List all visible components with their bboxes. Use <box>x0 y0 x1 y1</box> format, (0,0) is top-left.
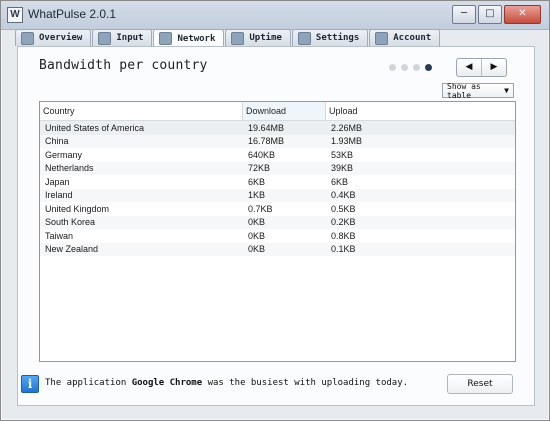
page-dot-active[interactable] <box>425 64 432 71</box>
table-row[interactable]: United States of America 19.64MB 2.26MB <box>40 121 515 135</box>
settings-icon <box>297 31 311 45</box>
network-globe-icon <box>159 32 173 45</box>
table-header: Country Download Upload <box>40 102 515 121</box>
upload-cell: 1.93MB <box>331 136 363 147</box>
title-bar: W WhatPulse 2.0.1 ─ □ ✕ <box>1 1 549 30</box>
upload-cell: 0.4KB <box>331 190 356 201</box>
upload-cell: 0.5KB <box>331 203 356 214</box>
tab-uptime-label: Uptime <box>249 33 282 43</box>
tab-uptime[interactable]: Uptime <box>225 29 291 46</box>
table-row[interactable]: Japan 6KB 6KB <box>40 175 515 189</box>
download-cell: 72KB <box>248 163 271 174</box>
country-cell: United States of America <box>45 122 145 133</box>
download-cell: 19.64MB <box>248 122 285 133</box>
status-message: The application Google Chrome was the bu… <box>45 378 408 388</box>
table-row[interactable]: South Korea 0KB 0.2KB <box>40 215 515 229</box>
upload-cell: 39KB <box>331 163 354 174</box>
country-cell: Germany <box>45 149 83 160</box>
previous-button[interactable]: ◀ <box>457 59 481 76</box>
page-navigation: ◀ ▶ <box>456 58 507 77</box>
country-cell: Netherlands <box>45 163 94 174</box>
table-row[interactable]: Taiwan 0KB 0.8KB <box>40 229 515 243</box>
tab-network-label: Network <box>177 33 216 44</box>
whatpulse-window: W WhatPulse 2.0.1 ─ □ ✕ Overview Input N… <box>0 0 550 421</box>
tab-overview[interactable]: Overview <box>15 29 92 46</box>
table-row[interactable]: Ireland 1KB 0.4KB <box>40 188 515 202</box>
upload-cell: 6KB <box>331 176 349 187</box>
download-cell: 0KB <box>248 230 266 241</box>
table-row[interactable]: New Zealand 0KB 0.1KB <box>40 242 515 256</box>
tab-account[interactable]: Account <box>369 29 441 46</box>
reset-button[interactable]: Reset <box>447 374 513 394</box>
tab-settings[interactable]: Settings <box>291 29 369 46</box>
page-indicator <box>389 64 432 71</box>
busiest-app-name: Google Chrome <box>131 378 203 388</box>
minimize-button[interactable]: ─ <box>452 5 476 24</box>
download-column-header[interactable]: Download <box>243 102 326 120</box>
page-dot[interactable] <box>389 64 396 71</box>
upload-cell: 0.1KB <box>331 244 356 255</box>
upload-cell: 2.26MB <box>331 122 363 133</box>
status-message-suffix: was the busiest with uploading today. <box>202 378 409 388</box>
close-button[interactable]: ✕ <box>504 5 541 24</box>
home-icon <box>21 31 34 45</box>
upload-column-header[interactable]: Upload <box>326 102 515 120</box>
download-cell: 640KB <box>248 149 276 160</box>
table-row[interactable]: Netherlands 72KB 39KB <box>40 161 515 175</box>
clock-icon <box>231 31 245 45</box>
account-icon <box>375 31 389 45</box>
download-cell: 0KB <box>248 244 266 255</box>
country-cell: Ireland <box>45 190 73 201</box>
bandwidth-table: Country Download Upload United States of… <box>39 101 516 362</box>
download-cell: 16.78MB <box>248 136 285 147</box>
table-row[interactable]: Germany 640KB 53KB <box>40 148 515 162</box>
table-row[interactable]: United Kingdom 0.7KB 0.5KB <box>40 202 515 216</box>
tab-overview-label: Overview <box>39 33 83 43</box>
tab-input[interactable]: Input <box>92 29 153 46</box>
page-title: Bandwidth per country <box>39 58 208 73</box>
main-tabs: Overview Input Network Uptime Settings A… <box>15 29 441 47</box>
info-icon: i <box>21 375 39 393</box>
window-title: WhatPulse 2.0.1 <box>28 7 117 21</box>
country-cell: New Zealand <box>45 244 99 255</box>
maximize-button[interactable]: □ <box>478 5 502 24</box>
window-controls: ─ □ ✕ <box>452 5 541 24</box>
app-icon: W <box>7 7 23 23</box>
country-cell: Japan <box>45 176 70 187</box>
download-cell: 0.7KB <box>248 203 273 214</box>
download-cell: 1KB <box>248 190 266 201</box>
page-dot[interactable] <box>413 64 420 71</box>
upload-cell: 0.8KB <box>331 230 356 241</box>
view-mode-select[interactable]: Show as table ▼ <box>442 81 514 100</box>
network-panel: Bandwidth per country ◀ ▶ Show as table … <box>17 46 535 406</box>
country-cell: China <box>45 136 69 147</box>
tab-network[interactable]: Network <box>153 29 225 47</box>
status-message-prefix: The application <box>45 378 132 388</box>
tab-account-label: Account <box>393 33 432 43</box>
country-cell: South Korea <box>45 217 96 228</box>
tab-input-label: Input <box>116 33 144 43</box>
keyboard-icon <box>98 31 112 45</box>
view-mode-label: Show as table <box>447 81 481 100</box>
country-cell: Taiwan <box>45 230 74 241</box>
footer-bar: i The application Google Chrome was the … <box>21 373 513 394</box>
table-row[interactable]: China 16.78MB 1.93MB <box>40 134 515 148</box>
chevron-down-icon: ▼ <box>504 86 509 95</box>
page-dot[interactable] <box>401 64 408 71</box>
next-button[interactable]: ▶ <box>481 59 506 76</box>
country-column-header[interactable]: Country <box>40 102 243 120</box>
download-cell: 0KB <box>248 217 266 228</box>
tab-settings-label: Settings <box>315 33 360 43</box>
upload-cell: 53KB <box>331 149 354 160</box>
download-cell: 6KB <box>248 176 266 187</box>
upload-cell: 0.2KB <box>331 217 356 228</box>
country-cell: United Kingdom <box>45 203 110 214</box>
